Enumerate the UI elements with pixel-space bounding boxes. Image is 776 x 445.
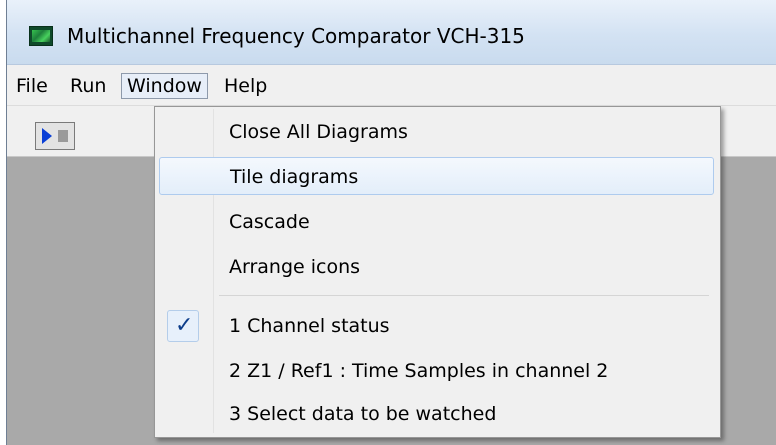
- stop-icon[interactable]: [58, 130, 68, 142]
- menu-item-label: Arrange icons: [229, 256, 361, 278]
- menu-item-time-samples-channel-2[interactable]: 2 Z1 / Ref1 : Time Samples in channel 2: [159, 352, 714, 390]
- menu-help[interactable]: Help: [219, 73, 272, 99]
- menu-item-label: 3 Select data to be watched: [229, 403, 497, 425]
- menu-separator: [219, 295, 709, 296]
- menu-item-close-all-diagrams[interactable]: Close All Diagrams: [159, 113, 714, 151]
- menu-item-tile-diagrams[interactable]: Tile diagrams: [159, 157, 714, 195]
- menu-item-arrange-icons[interactable]: Arrange icons: [159, 248, 714, 286]
- menu-file[interactable]: File: [11, 73, 53, 99]
- app-icon: [29, 26, 53, 46]
- menu-item-label: 2 Z1 / Ref1 : Time Samples in channel 2: [229, 360, 609, 382]
- menu-item-label: Cascade: [229, 211, 310, 233]
- menu-item-label: Close All Diagrams: [229, 121, 408, 143]
- title-bar[interactable]: Multichannel Frequency Comparator VCH-31…: [7, 0, 776, 65]
- run-control-button[interactable]: [35, 122, 75, 150]
- menu-item-select-data[interactable]: 3 Select data to be watched: [159, 395, 714, 433]
- checkmark-icon: ✓: [167, 310, 199, 342]
- menu-item-label: 1 Channel status: [229, 315, 390, 337]
- window-title: Multichannel Frequency Comparator VCH-31…: [67, 24, 525, 48]
- menu-bar: File Run Window Help: [7, 65, 776, 106]
- menu-run[interactable]: Run: [65, 73, 111, 99]
- play-icon[interactable]: [42, 128, 52, 144]
- menu-item-channel-status[interactable]: ✓ 1 Channel status: [159, 307, 714, 345]
- menu-item-cascade[interactable]: Cascade: [159, 203, 714, 241]
- menu-window[interactable]: Window: [121, 73, 208, 99]
- menu-item-label: Tile diagrams: [230, 166, 359, 188]
- window-menu-dropdown: Close All Diagrams Tile diagrams Cascade…: [154, 106, 721, 438]
